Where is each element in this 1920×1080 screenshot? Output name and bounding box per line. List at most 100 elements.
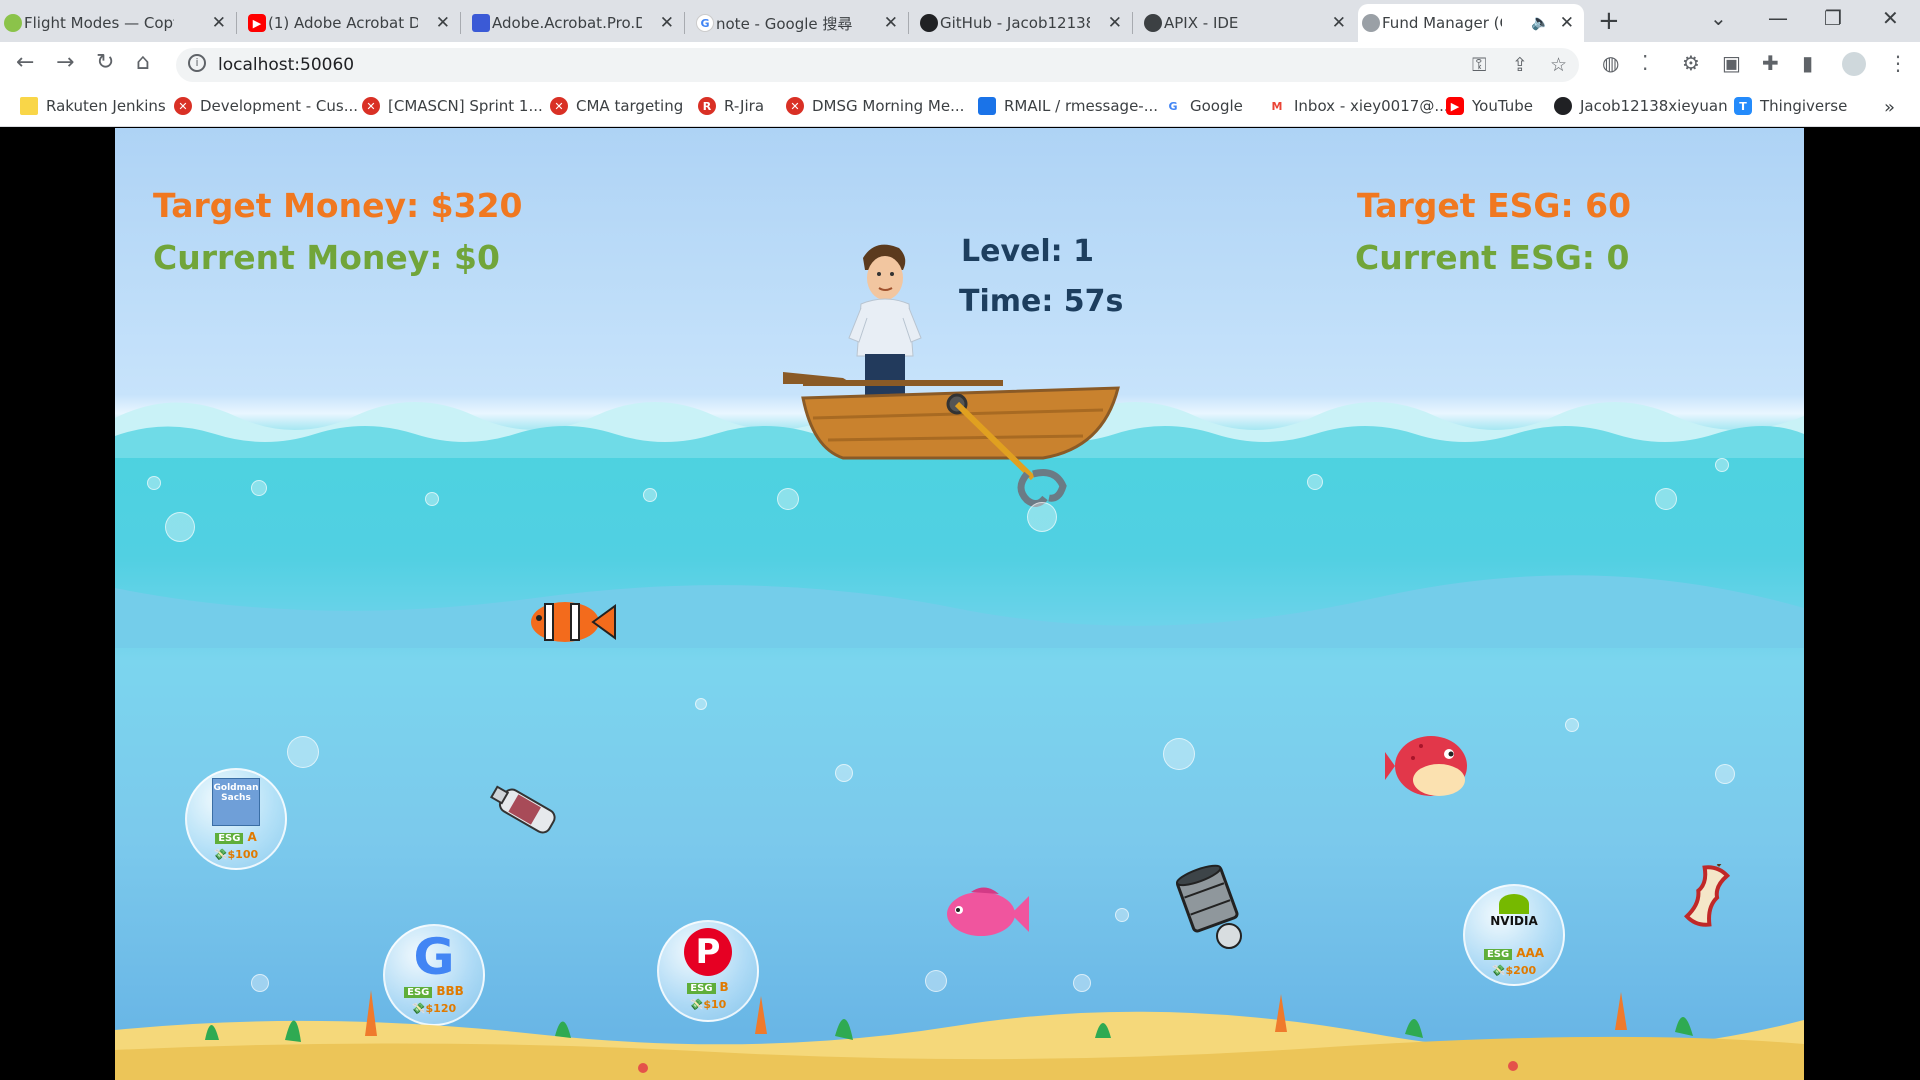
reload-button[interactable]: ↻ xyxy=(96,50,114,75)
address-bar[interactable]: i localhost:50060 ⚿ ⇪ ☆ xyxy=(176,48,1579,82)
bookmark-item[interactable]: ✕ [CMASCN] Sprint 1... xyxy=(362,97,543,115)
url-text[interactable]: localhost:50060 xyxy=(218,55,354,75)
bookmark-item[interactable]: G Google xyxy=(1164,97,1243,115)
star-icon[interactable]: ☆ xyxy=(1550,54,1567,76)
timer-label: Time: 57s xyxy=(959,284,1124,319)
bookmark-item[interactable]: ✕ CMA targeting xyxy=(550,97,683,115)
close-icon[interactable]: ✕ xyxy=(1332,13,1346,33)
stock-price: $200 xyxy=(1505,964,1537,977)
bookmark-item[interactable]: R R-Jira xyxy=(698,97,764,115)
bookmark-item[interactable]: ▶ YouTube xyxy=(1446,97,1533,115)
bookmark-label: R-Jira xyxy=(724,97,765,115)
target-esg-label: Target ESG: 60 xyxy=(1357,186,1632,225)
bubble xyxy=(1307,474,1323,490)
bookmark-label: Rakuten Jenkins xyxy=(46,97,166,115)
home-button[interactable]: ⌂ xyxy=(136,50,150,75)
bubble xyxy=(1655,488,1677,510)
extension-gear-icon[interactable]: ⚙ xyxy=(1682,51,1700,75)
speaker-icon[interactable]: 🔈 xyxy=(1531,13,1550,31)
close-icon[interactable]: ✕ xyxy=(212,13,226,33)
level-label: Level: 1 xyxy=(961,234,1094,269)
bookmark-item[interactable]: Jacob12138xieyuan xyxy=(1554,97,1728,115)
game-canvas[interactable]: Target Money: $320 Current Money: $0 Lev… xyxy=(115,128,1804,1080)
tab-github[interactable]: GitHub - Jacob12138x ✕ xyxy=(916,4,1132,42)
bubble xyxy=(287,736,319,768)
bookmark-item[interactable]: M Inbox - xiey0017@... xyxy=(1268,97,1449,115)
bookmark-label: DMSG Morning Me... xyxy=(812,97,965,115)
extensions-puzzle-icon[interactable]: ✚ xyxy=(1762,51,1779,75)
bubble xyxy=(1565,718,1579,732)
new-tab-button[interactable]: + xyxy=(1598,6,1620,36)
close-icon[interactable]: ✕ xyxy=(884,13,898,33)
info-icon[interactable]: i xyxy=(188,54,206,72)
bookmark-item[interactable]: Rakuten Jenkins xyxy=(20,97,166,115)
esg-rating: A xyxy=(247,830,257,844)
forward-button[interactable]: → xyxy=(56,50,74,75)
browser-toolbar: ← → ↻ ⌂ i localhost:50060 ⚿ ⇪ ☆ ◍ ⁚ ⚙ ▣ … xyxy=(0,42,1920,87)
bookmark-item[interactable]: RMAIL / rmessage-... xyxy=(978,97,1158,115)
globe-icon xyxy=(1144,14,1162,32)
goldman-sachs-logo: Goldman Sachs xyxy=(212,778,260,826)
pink-fish[interactable] xyxy=(941,882,1031,944)
tin-can-trash[interactable] xyxy=(1173,860,1257,952)
deep-water-wave xyxy=(115,575,1804,648)
extension-tampermonkey-icon[interactable]: ▣ xyxy=(1722,51,1741,75)
close-icon[interactable]: ✕ xyxy=(660,13,674,33)
side-panel-icon[interactable]: ▮ xyxy=(1802,51,1813,75)
tab-apix-ide[interactable]: APIX - IDE ✕ xyxy=(1140,4,1356,42)
tab-adobe-acrobat-pro[interactable]: Adobe.Acrobat.Pro.DC ✕ xyxy=(468,4,684,42)
bubble xyxy=(777,488,799,510)
bookmark-label: RMAIL / rmessage-... xyxy=(1004,97,1159,115)
close-icon[interactable]: ✕ xyxy=(436,13,450,33)
close-icon[interactable]: ✕ xyxy=(1560,13,1574,33)
bubble xyxy=(1715,764,1735,784)
bookmark-label: Development - Cus... xyxy=(200,97,359,115)
minimize-button[interactable]: — xyxy=(1768,6,1788,30)
clownfish[interactable] xyxy=(527,596,617,648)
tab-title: Flight Modes — Copter xyxy=(24,14,174,32)
menu-icon[interactable]: ⋮ xyxy=(1888,51,1908,75)
esg-rating: AAA xyxy=(1516,946,1545,960)
stock-bubble-nvidia[interactable]: NVIDIA ESG AAA 💸$200 xyxy=(1463,884,1565,986)
claw-hook[interactable] xyxy=(937,388,1087,518)
apple-core-trash[interactable] xyxy=(1677,864,1737,928)
tab-google-search[interactable]: G note - Google 搜尋 ✕ xyxy=(692,4,908,42)
bookmark-label: CMA targeting xyxy=(576,97,684,115)
nvidia-wordmark: NVIDIA xyxy=(1490,914,1538,928)
bookmark-item[interactable]: T Thingiverse xyxy=(1734,97,1847,115)
thingiverse-icon: T xyxy=(1734,97,1752,115)
esg-tag: ESG xyxy=(1483,949,1513,960)
stock-bubble-goldman-sachs[interactable]: Goldman Sachs ESG A 💸$100 xyxy=(185,768,287,870)
maximize-button[interactable]: ❐ xyxy=(1824,6,1842,30)
bookmark-favicon-icon: ✕ xyxy=(362,97,380,115)
bubble xyxy=(251,480,267,496)
more-bookmarks-icon[interactable]: » xyxy=(1884,97,1895,118)
back-button[interactable]: ← xyxy=(16,50,34,75)
key-icon[interactable]: ⚿ xyxy=(1472,54,1486,76)
nvidia-logo: NVIDIA xyxy=(1484,894,1544,928)
pufferfish[interactable] xyxy=(1385,728,1475,800)
plastic-bottle-trash[interactable] xyxy=(489,780,569,844)
tab-adobe-acrobat[interactable]: ▶ (1) Adobe Acrobat DC ✕ xyxy=(244,4,460,42)
google-icon: G xyxy=(1164,97,1182,115)
tab-favicon-icon xyxy=(472,14,490,32)
bookmark-label: Jacob12138xieyuan xyxy=(1580,97,1728,115)
close-icon[interactable]: ✕ xyxy=(1108,13,1122,33)
bookmark-item[interactable]: ✕ Development - Cus... xyxy=(174,97,358,115)
tab-fund-manager[interactable]: Fund Manager (C 🔈 ✕ xyxy=(1358,4,1584,42)
close-window-button[interactable]: ✕ xyxy=(1882,6,1899,30)
bubble xyxy=(835,764,853,782)
tab-search-icon[interactable]: ⌄ xyxy=(1710,6,1727,30)
tab-flight-modes[interactable]: Flight Modes — Copter ✕ xyxy=(0,4,236,42)
bookmark-item[interactable]: ✕ DMSG Morning Me... xyxy=(786,97,964,115)
bubble xyxy=(147,476,161,490)
current-esg-label: Current ESG: 0 xyxy=(1355,238,1630,277)
tab-favicon-icon xyxy=(1362,14,1380,32)
extension-globe-icon[interactable]: ◍ xyxy=(1602,51,1619,75)
extension-dots-icon[interactable]: ⁚ xyxy=(1642,51,1648,75)
avatar[interactable] xyxy=(1842,52,1866,76)
target-money-label: Target Money: $320 xyxy=(153,186,523,225)
share-icon[interactable]: ⇪ xyxy=(1512,54,1528,76)
tab-title: (1) Adobe Acrobat DC xyxy=(268,14,418,32)
tab-title: APIX - IDE xyxy=(1164,14,1239,32)
